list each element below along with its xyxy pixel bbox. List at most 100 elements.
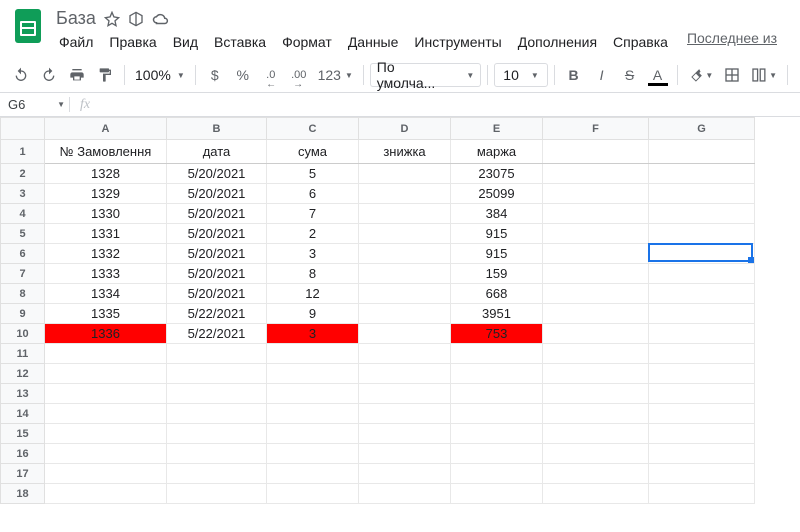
star-icon[interactable] [104,11,120,27]
cell-G5[interactable] [649,224,755,244]
cell-C13[interactable] [267,384,359,404]
cell-D12[interactable] [359,364,451,384]
cell-A15[interactable] [45,424,167,444]
row-header-13[interactable]: 13 [1,384,45,404]
cell-A5[interactable]: 1331 [45,224,167,244]
cell-A6[interactable]: 1332 [45,244,167,264]
cell-E16[interactable] [451,444,543,464]
cell-C3[interactable]: 6 [267,184,359,204]
cell-E9[interactable]: 3951 [451,304,543,324]
redo-button[interactable] [36,62,62,88]
cell-D18[interactable] [359,484,451,504]
font-size-select[interactable]: 10▼ [494,63,547,87]
cell-F4[interactable] [543,204,649,224]
menu-help[interactable]: Справка [606,30,675,54]
menu-insert[interactable]: Вставка [207,30,273,54]
cell-B18[interactable] [167,484,267,504]
increase-decimal-button[interactable]: .00→ [286,62,312,88]
cell-B2[interactable]: 5/20/2021 [167,164,267,184]
text-color-button[interactable]: A [645,62,671,88]
row-header-1[interactable]: 1 [1,140,45,164]
row-header-12[interactable]: 12 [1,364,45,384]
cell-F9[interactable] [543,304,649,324]
cell-A8[interactable]: 1334 [45,284,167,304]
row-header-3[interactable]: 3 [1,184,45,204]
cell-F11[interactable] [543,344,649,364]
col-header-C[interactable]: C [267,118,359,140]
row-header-16[interactable]: 16 [1,444,45,464]
cell-B14[interactable] [167,404,267,424]
cell-B17[interactable] [167,464,267,484]
menu-view[interactable]: Вид [166,30,205,54]
spreadsheet-grid[interactable]: ABCDEFG1№ Замовленнядатасумазнижкамаржа2… [0,117,800,519]
cell-D14[interactable] [359,404,451,424]
cell-F8[interactable] [543,284,649,304]
decrease-decimal-button[interactable]: .0← [258,62,284,88]
menu-tools[interactable]: Инструменты [407,30,508,54]
row-header-17[interactable]: 17 [1,464,45,484]
cell-C15[interactable] [267,424,359,444]
cell-A14[interactable] [45,404,167,424]
cell-D15[interactable] [359,424,451,444]
cell-A18[interactable] [45,484,167,504]
col-header-A[interactable]: A [45,118,167,140]
row-header-18[interactable]: 18 [1,484,45,504]
cell-F5[interactable] [543,224,649,244]
row-header-10[interactable]: 10 [1,324,45,344]
cell-F7[interactable] [543,264,649,284]
cell-D4[interactable] [359,204,451,224]
cell-G12[interactable] [649,364,755,384]
menu-format[interactable]: Формат [275,30,339,54]
cell-C18[interactable] [267,484,359,504]
cell-B6[interactable]: 5/20/2021 [167,244,267,264]
cloud-status-icon[interactable] [152,12,170,26]
cell-C17[interactable] [267,464,359,484]
menu-addons[interactable]: Дополнения [511,30,604,54]
cell-A4[interactable]: 1330 [45,204,167,224]
bold-button[interactable]: B [561,62,587,88]
percent-button[interactable]: % [230,62,256,88]
currency-button[interactable]: $ [202,62,228,88]
cell-B15[interactable] [167,424,267,444]
cell-F13[interactable] [543,384,649,404]
cell-A1[interactable]: № Замовлення [45,140,167,164]
cell-C1[interactable]: сума [267,140,359,164]
cell-A16[interactable] [45,444,167,464]
cell-E17[interactable] [451,464,543,484]
strikethrough-button[interactable]: S [617,62,643,88]
cell-B13[interactable] [167,384,267,404]
cell-D9[interactable] [359,304,451,324]
cell-C2[interactable]: 5 [267,164,359,184]
cell-C5[interactable]: 2 [267,224,359,244]
col-header-G[interactable]: G [649,118,755,140]
name-box[interactable]: G6▼ [0,97,70,112]
cell-B7[interactable]: 5/20/2021 [167,264,267,284]
more-formats-button[interactable]: 123▼ [314,62,357,88]
row-header-2[interactable]: 2 [1,164,45,184]
cell-C10[interactable]: 3 [267,324,359,344]
cell-G10[interactable] [649,324,755,344]
merge-cells-button[interactable]: ▼ [747,62,781,88]
cell-C6[interactable]: 3 [267,244,359,264]
paint-format-button[interactable] [92,62,118,88]
cell-C7[interactable]: 8 [267,264,359,284]
cell-E1[interactable]: маржа [451,140,543,164]
cell-F12[interactable] [543,364,649,384]
cell-D2[interactable] [359,164,451,184]
cell-B12[interactable] [167,364,267,384]
menu-file[interactable]: Файл [52,30,100,54]
row-header-8[interactable]: 8 [1,284,45,304]
cell-A11[interactable] [45,344,167,364]
col-header-F[interactable]: F [543,118,649,140]
cell-G13[interactable] [649,384,755,404]
cell-E5[interactable]: 915 [451,224,543,244]
cell-G3[interactable] [649,184,755,204]
cell-G17[interactable] [649,464,755,484]
cell-B9[interactable]: 5/22/2021 [167,304,267,324]
cell-E3[interactable]: 25099 [451,184,543,204]
cell-G2[interactable] [649,164,755,184]
cell-E6[interactable]: 915 [451,244,543,264]
borders-button[interactable] [719,62,745,88]
cell-E4[interactable]: 384 [451,204,543,224]
cell-C16[interactable] [267,444,359,464]
